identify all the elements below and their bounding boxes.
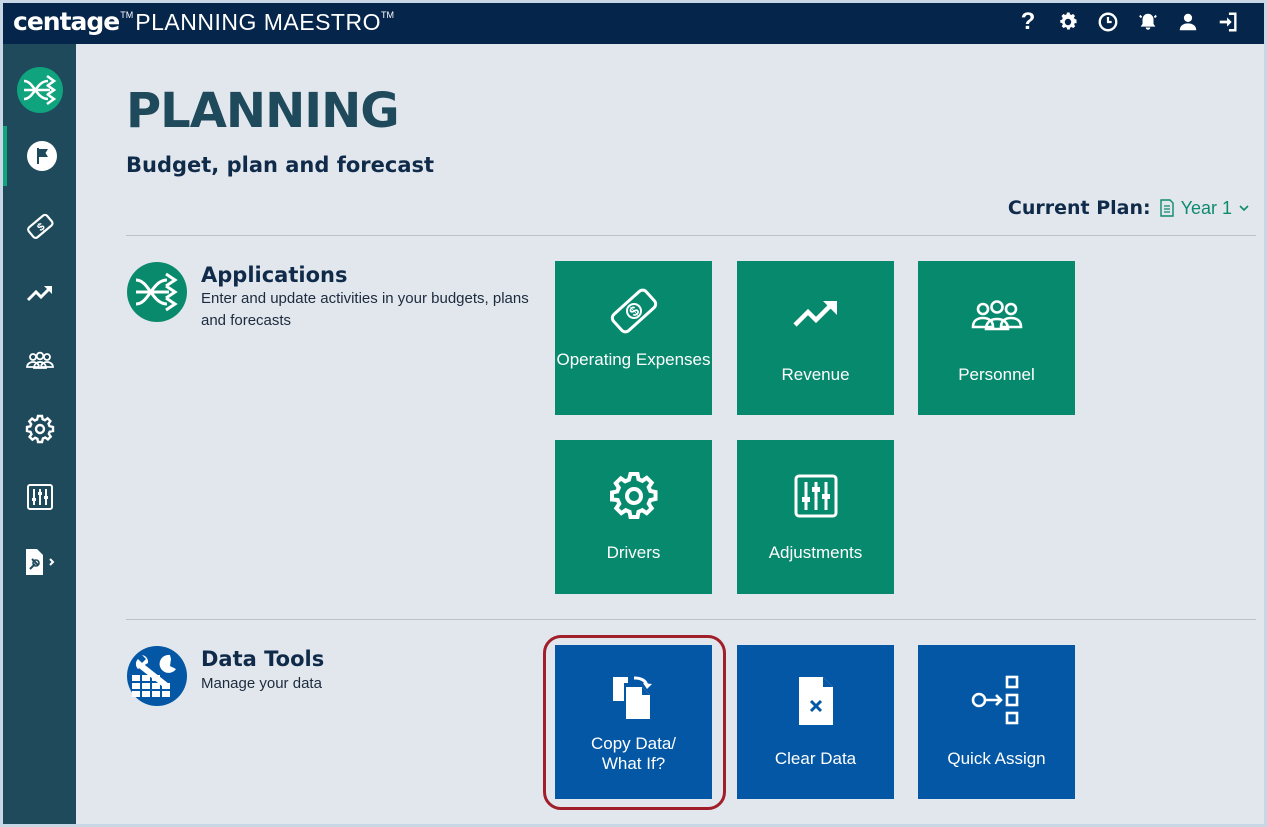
tile-label: Revenue [781, 365, 850, 384]
highlight-ring [543, 635, 726, 810]
document-tool-icon [25, 549, 54, 575]
trend-up-icon [26, 286, 52, 302]
applications-description: Enter and update activities in your budg… [201, 290, 529, 329]
sidebar-item-planning[interactable] [3, 126, 76, 186]
brand-logo[interactable]: centage TM PLANNING MAESTRO TM [13, 7, 394, 39]
tile-label: Operating Expenses [556, 350, 711, 369]
app-window: centage TM PLANNING MAESTRO TM ? $ PLANN… [3, 3, 1264, 824]
tile-label: Clear Data [774, 749, 857, 768]
flag-icon [26, 141, 57, 171]
sidebar-item-expenses[interactable]: $ [3, 196, 76, 256]
data-tools-description: Manage your data [201, 675, 322, 692]
trend-up-icon [792, 301, 837, 327]
sidebar-item-home[interactable] [3, 60, 76, 120]
people-icon [25, 351, 54, 369]
brand-name: centage [13, 7, 120, 36]
crossing-arrows-logo-icon [16, 67, 63, 113]
product-name: PLANNING MAESTRO [135, 9, 381, 35]
sliders-icon [794, 474, 837, 518]
sidebar-item-personnel[interactable] [3, 331, 76, 391]
current-plan-value: Year 1 [1180, 197, 1232, 218]
chevron-down-icon [1239, 205, 1249, 212]
assign-icon [971, 675, 1018, 725]
help-icon[interactable]: ? [1016, 9, 1040, 35]
current-plan-dropdown[interactable]: Year 1 [1159, 198, 1250, 219]
page-title: PLANNING [126, 83, 400, 139]
clear-doc-icon [798, 677, 833, 725]
sliders-icon [26, 484, 53, 510]
svg-text:$: $ [35, 221, 47, 234]
user-icon[interactable] [1176, 9, 1200, 35]
gear-icon [609, 472, 657, 519]
history-icon[interactable] [1096, 9, 1120, 35]
sidebar: $ [3, 44, 76, 824]
top-toolbar: ? [1016, 9, 1240, 35]
tile-label: Quick Assign [947, 749, 1046, 768]
tile-label: Drivers [606, 543, 661, 562]
applications-logo-icon [127, 262, 187, 322]
tile-clear-data[interactable]: Clear Data [737, 645, 894, 799]
tile-label: Personnel [958, 365, 1035, 384]
data-tools-icon [127, 646, 187, 706]
tile-label: Adjustments [768, 543, 863, 562]
current-plan-label: Current Plan: [1007, 197, 1151, 219]
divider-bottom [126, 619, 1256, 620]
data-tools-title: Data Tools [201, 647, 325, 671]
sidebar-item-adjustments[interactable] [3, 467, 76, 527]
sidebar-item-settings[interactable] [3, 399, 76, 459]
applications-title: Applications [201, 263, 348, 287]
people-icon [971, 300, 1022, 331]
money-icon: $ [26, 213, 54, 239]
money-icon: $ [610, 288, 657, 334]
current-plan: Current Plan: Year 1 [1008, 197, 1250, 219]
tile-personnel[interactable]: Personnel [918, 261, 1075, 415]
sidebar-item-reports[interactable] [3, 532, 76, 592]
sidebar-item-revenue[interactable] [3, 263, 76, 323]
page-subtitle: Budget, plan and forecast [126, 153, 435, 177]
tile-adjustments[interactable]: Adjustments [737, 440, 894, 594]
tile-revenue[interactable]: Revenue [737, 261, 894, 415]
tile-quick-assign[interactable]: Quick Assign [918, 645, 1075, 799]
product-trademark: TM [380, 10, 394, 20]
logout-icon[interactable] [1216, 9, 1240, 35]
tile-operating-expenses[interactable]: $ Operating Expenses [555, 261, 712, 415]
plan-document-icon [1159, 199, 1174, 217]
gear-icon [25, 414, 54, 444]
tile-drivers[interactable]: Drivers [555, 440, 712, 594]
brand-trademark: TM [120, 10, 134, 20]
settings-icon[interactable] [1056, 9, 1080, 35]
divider-top [126, 235, 1256, 236]
notifications-icon[interactable] [1136, 9, 1160, 35]
top-bar: centage TM PLANNING MAESTRO TM ? [3, 3, 1264, 44]
